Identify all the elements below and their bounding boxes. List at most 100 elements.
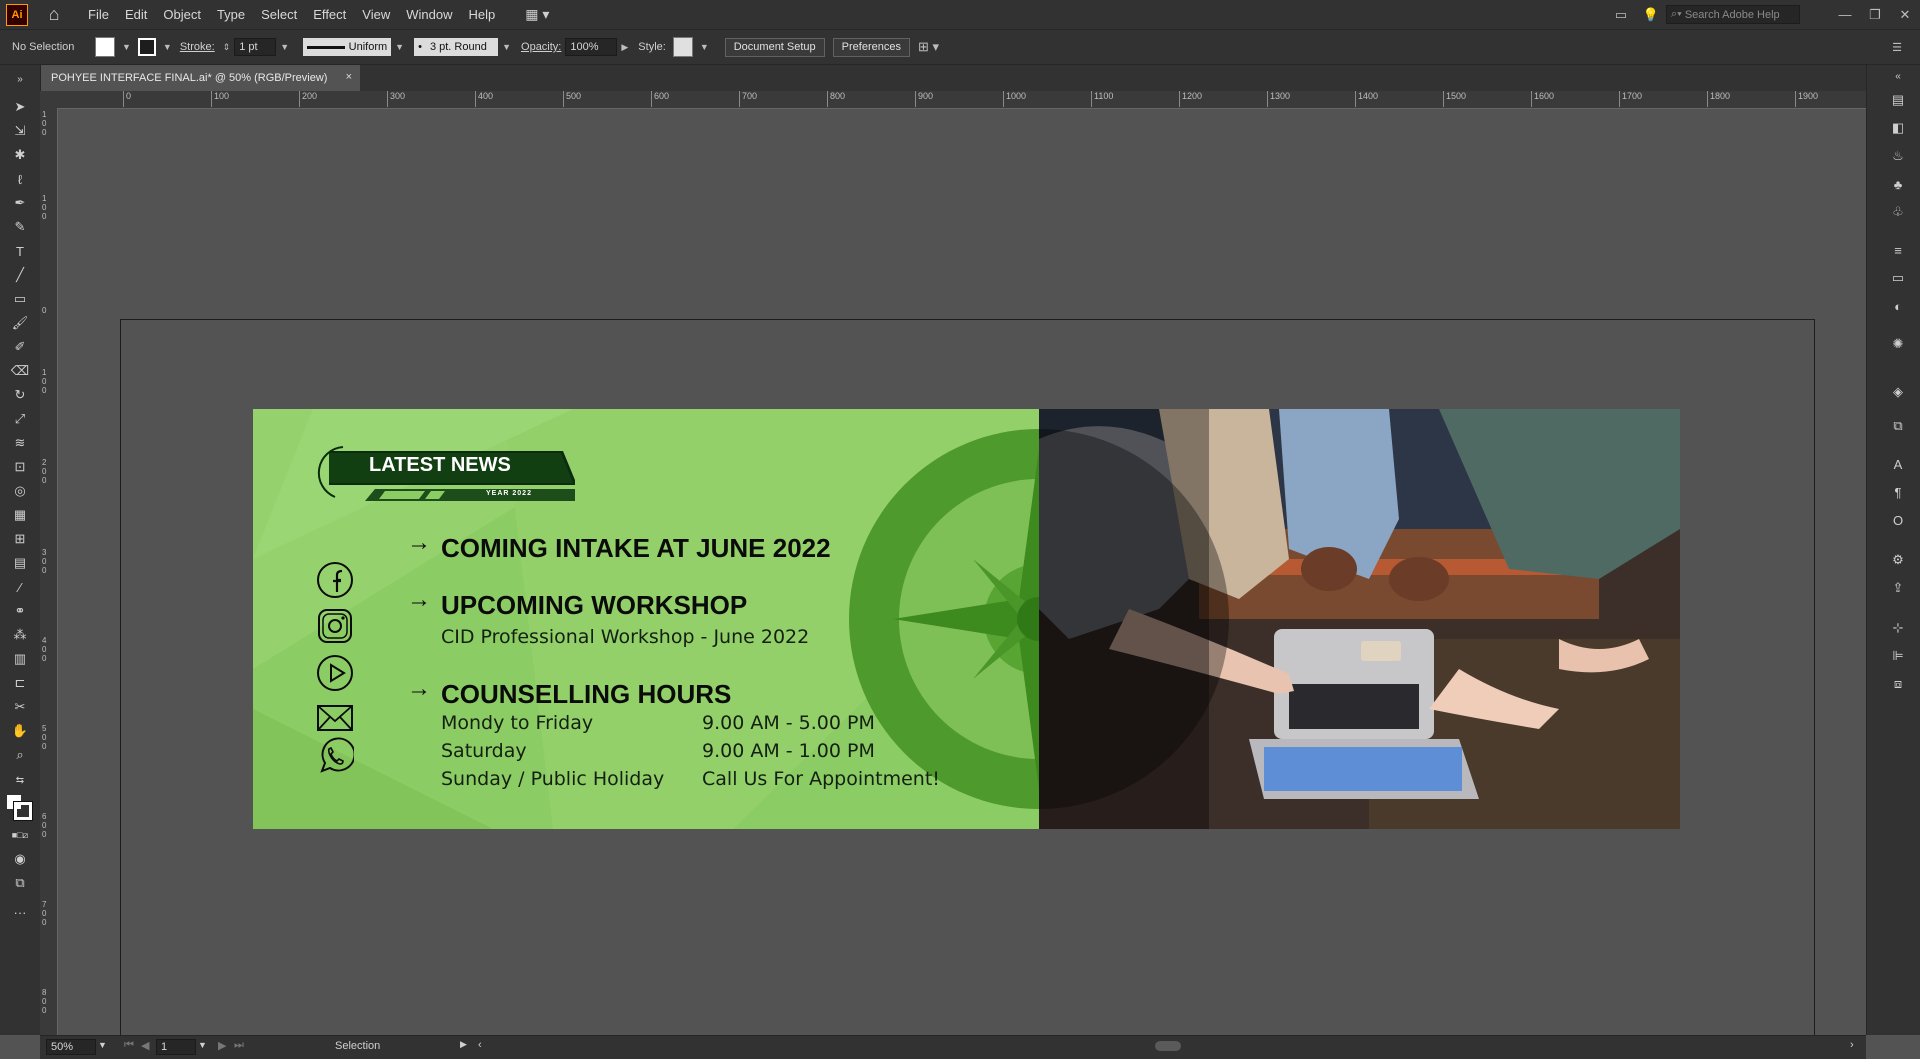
chevron-down-icon[interactable]: ▼ xyxy=(163,42,172,52)
document-setup-button[interactable]: Document Setup xyxy=(724,37,825,57)
opentype-panel-icon[interactable]: O xyxy=(1889,511,1907,529)
scale-tool-icon[interactable]: ⤢ xyxy=(10,409,30,429)
rectangle-tool-icon[interactable]: ▭ xyxy=(10,289,30,309)
last-artboard-icon[interactable]: ⏭ xyxy=(234,1039,244,1052)
menu-window[interactable]: Window xyxy=(398,0,460,29)
scroll-right-icon[interactable]: › xyxy=(1850,1039,1854,1051)
screen-mode-icon[interactable]: ⧉ xyxy=(10,873,30,893)
type-tool-icon[interactable]: T xyxy=(10,241,30,261)
workspace-switcher-icon[interactable]: ▦ ▾ xyxy=(525,6,549,23)
collapse-dock-icon[interactable]: « xyxy=(1889,67,1907,85)
menu-file[interactable]: File xyxy=(80,0,117,29)
free-transform-tool-icon[interactable]: ⊡ xyxy=(10,457,30,477)
fill-swatch[interactable] xyxy=(95,37,115,57)
home-icon[interactable]: ⌂ xyxy=(42,3,66,27)
menu-type[interactable]: Type xyxy=(209,0,253,29)
mesh-tool-icon[interactable]: ⊞ xyxy=(10,529,30,549)
opacity-field[interactable]: 100% xyxy=(565,38,618,56)
warp-tool-icon[interactable]: ≋ xyxy=(10,433,30,453)
stepper-icon[interactable]: ⇕ xyxy=(223,42,231,53)
document-tab[interactable]: POHYEE INTERFACE FINAL.ai* @ 50% (RGB/Pr… xyxy=(40,65,360,91)
fill-stroke-icon[interactable] xyxy=(7,795,33,821)
artboard-number-field[interactable]: 1 xyxy=(156,1039,196,1055)
draw-mode-icon[interactable]: ◉ xyxy=(10,849,30,869)
more-tools-icon[interactable]: ··· xyxy=(10,902,30,922)
zoom-tool-icon[interactable]: ⌕ xyxy=(10,745,30,765)
minimize-icon[interactable]: — xyxy=(1830,7,1860,22)
shape-builder-tool-icon[interactable]: ◎ xyxy=(10,481,30,501)
chevron-right-icon[interactable]: ▶ xyxy=(621,42,628,53)
pathfinder-panel-icon[interactable]: ⧈ xyxy=(1889,675,1907,693)
current-tool-status[interactable]: Selection xyxy=(335,1040,380,1052)
gradient-tool-icon[interactable]: ▤ xyxy=(10,553,30,573)
character-panel-icon[interactable]: A xyxy=(1889,455,1907,473)
artboards-panel-icon[interactable]: ⧉ xyxy=(1889,417,1907,435)
slice-tool-icon[interactable]: ✂ xyxy=(10,697,30,717)
horizontal-ruler[interactable]: 0 100 200 300 400 500 600 700 800 900 10… xyxy=(58,91,1866,109)
lightbulb-icon[interactable]: 💡 xyxy=(1636,7,1666,23)
transparency-panel-icon[interactable]: ◐ xyxy=(1889,297,1907,315)
menu-object[interactable]: Object xyxy=(155,0,209,29)
chevron-down-icon[interactable]: ▼ xyxy=(700,42,709,52)
direct-selection-tool-icon[interactable]: ⇲ xyxy=(10,121,30,141)
chevron-down-icon[interactable]: ▼ xyxy=(280,42,289,52)
panel-menu-icon[interactable]: ☰ xyxy=(1892,41,1902,54)
preferences-button[interactable]: Preferences xyxy=(832,37,910,57)
rotate-tool-icon[interactable]: ↻ xyxy=(10,385,30,405)
zoom-field[interactable]: 50% xyxy=(46,1039,96,1055)
search-input[interactable]: ⌕▾ Search Adobe Help xyxy=(1666,5,1800,24)
libraries-panel-icon[interactable]: ◧ xyxy=(1889,119,1907,137)
symbol-sprayer-tool-icon[interactable]: ⁂ xyxy=(10,625,30,645)
paragraph-panel-icon[interactable]: ¶ xyxy=(1889,483,1907,501)
appearance-panel-icon[interactable]: ✺ xyxy=(1889,335,1907,353)
graph-tool-icon[interactable]: ▥ xyxy=(10,649,30,669)
scroll-left-icon[interactable]: ‹ xyxy=(478,1039,482,1051)
variable-width-profile[interactable]: Uniform xyxy=(303,38,392,56)
paintbrush-tool-icon[interactable]: 🖌 xyxy=(10,313,30,333)
swap-colors-icon[interactable]: ⇆ xyxy=(10,770,30,790)
menu-help[interactable]: Help xyxy=(460,0,503,29)
restore-icon[interactable]: ❐ xyxy=(1860,7,1890,23)
vertical-ruler[interactable]: 100 100 0 100 200 300 400 500 600 700 80… xyxy=(40,108,58,1035)
symbols-panel-icon[interactable]: ♣ xyxy=(1889,175,1907,193)
stroke-swatch[interactable] xyxy=(137,38,156,56)
layers-panel-icon[interactable]: ◈ xyxy=(1889,383,1907,401)
properties-panel-icon[interactable]: ▤ xyxy=(1889,91,1907,109)
align-panel-icon[interactable]: ⊫ xyxy=(1889,647,1907,665)
asset-export-icon[interactable]: ⇪ xyxy=(1889,579,1907,597)
align-icon[interactable]: ⊞ ▾ xyxy=(918,39,939,55)
next-artboard-icon[interactable]: ▶ xyxy=(218,1039,226,1052)
properties-sliders-icon[interactable]: ⚙ xyxy=(1889,551,1907,569)
first-artboard-icon[interactable]: ⏮ xyxy=(124,1039,134,1052)
hand-tool-icon[interactable]: ✋ xyxy=(10,721,30,741)
graphic-styles-icon[interactable]: ♧ xyxy=(1889,203,1907,221)
chevron-down-icon[interactable]: ▼ xyxy=(122,42,131,52)
brushes-panel-icon[interactable]: ♨ xyxy=(1889,147,1907,165)
menu-effect[interactable]: Effect xyxy=(305,0,354,29)
artboard-tool-icon[interactable]: ⊏ xyxy=(10,673,30,693)
news-banner-artwork[interactable]: LATEST NEWS YEAR 2022 → COMING INTAKE AT… xyxy=(253,409,1680,829)
stroke-panel-icon[interactable]: ≡ xyxy=(1889,241,1907,259)
collapse-panel-icon[interactable]: » xyxy=(10,69,30,89)
menu-edit[interactable]: Edit xyxy=(117,0,155,29)
menu-select[interactable]: Select xyxy=(253,0,305,29)
curvature-tool-icon[interactable]: ✎ xyxy=(10,217,30,237)
transform-panel-icon[interactable]: ⊹ xyxy=(1889,619,1907,637)
previous-artboard-icon[interactable]: ◀ xyxy=(141,1039,149,1052)
ruler-origin[interactable] xyxy=(40,91,58,108)
horizontal-scroll-thumb[interactable] xyxy=(1155,1041,1181,1051)
color-mode-icon[interactable]: ■□⧄ xyxy=(10,825,30,845)
close-tab-icon[interactable]: × xyxy=(346,71,352,83)
menu-view[interactable]: View xyxy=(354,0,398,29)
stroke-label[interactable]: Stroke: xyxy=(180,41,215,53)
stroke-weight-field[interactable]: 1 pt xyxy=(234,38,277,56)
eyedropper-tool-icon[interactable]: ⁄ xyxy=(10,577,30,597)
chevron-down-icon[interactable]: ▼ xyxy=(98,1040,107,1050)
opacity-label[interactable]: Opacity: xyxy=(521,41,561,53)
status-menu-icon[interactable]: ▶ xyxy=(460,1039,467,1050)
gradient-panel-icon[interactable]: ▭ xyxy=(1889,269,1907,287)
line-tool-icon[interactable]: ╱ xyxy=(10,265,30,285)
arrange-documents-icon[interactable]: ▭ xyxy=(1606,7,1636,23)
graphic-style-swatch[interactable] xyxy=(672,37,693,57)
chevron-down-icon[interactable]: ▼ xyxy=(502,42,511,52)
